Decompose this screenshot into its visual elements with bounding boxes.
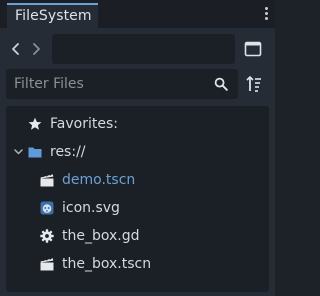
search-icon [214,77,228,91]
star-icon [28,117,42,130]
tree-folder-res[interactable]: res:// [6,138,269,166]
tree-item-label: icon.svg [62,200,120,216]
tab-filesystem[interactable]: FileSystem [7,3,98,28]
tree-item-icon-svg[interactable]: icon.svg [6,194,269,222]
chevron-down-icon[interactable] [14,148,23,156]
filesystem-dock: FileSystem Filter Files Favorites: res:/… [0,0,275,296]
scene-icon [40,173,54,187]
chevron-left-icon[interactable] [10,41,22,57]
sort-icon[interactable] [246,75,262,93]
file-tree[interactable]: Favorites: res:// demo.tscn icon.svg the… [6,106,269,292]
gear-script-icon [40,229,54,243]
favorites-label: Favorites: [50,116,118,132]
tree-item-label: the_box.tscn [62,256,152,272]
dock-body: Filter Files Favorites: res:// demo.tscn… [0,28,275,296]
filter-placeholder: Filter Files [14,76,84,92]
filter-files-input[interactable]: Filter Files [6,69,238,99]
tab-filesystem-label: FileSystem [15,8,92,24]
favorites-row[interactable]: Favorites: [6,110,269,138]
tree-item-the-box-tscn[interactable]: the_box.tscn [6,250,269,278]
path-input[interactable] [52,34,235,64]
godot-image-icon [40,201,54,215]
split-view-icon[interactable] [244,40,262,58]
tree-item-the-box-gd[interactable]: the_box.gd [6,222,269,250]
tree-item-demo-tscn[interactable]: demo.tscn [6,166,269,194]
dock-menu-icon[interactable] [265,7,269,21]
chevron-right-icon[interactable] [30,41,42,57]
folder-icon [28,147,42,158]
tree-folder-label: res:// [50,144,86,160]
dock-tab-bar: FileSystem [0,0,275,28]
scene-icon [40,257,54,271]
tree-item-label: the_box.gd [62,228,140,244]
tree-item-label: demo.tscn [62,172,136,188]
